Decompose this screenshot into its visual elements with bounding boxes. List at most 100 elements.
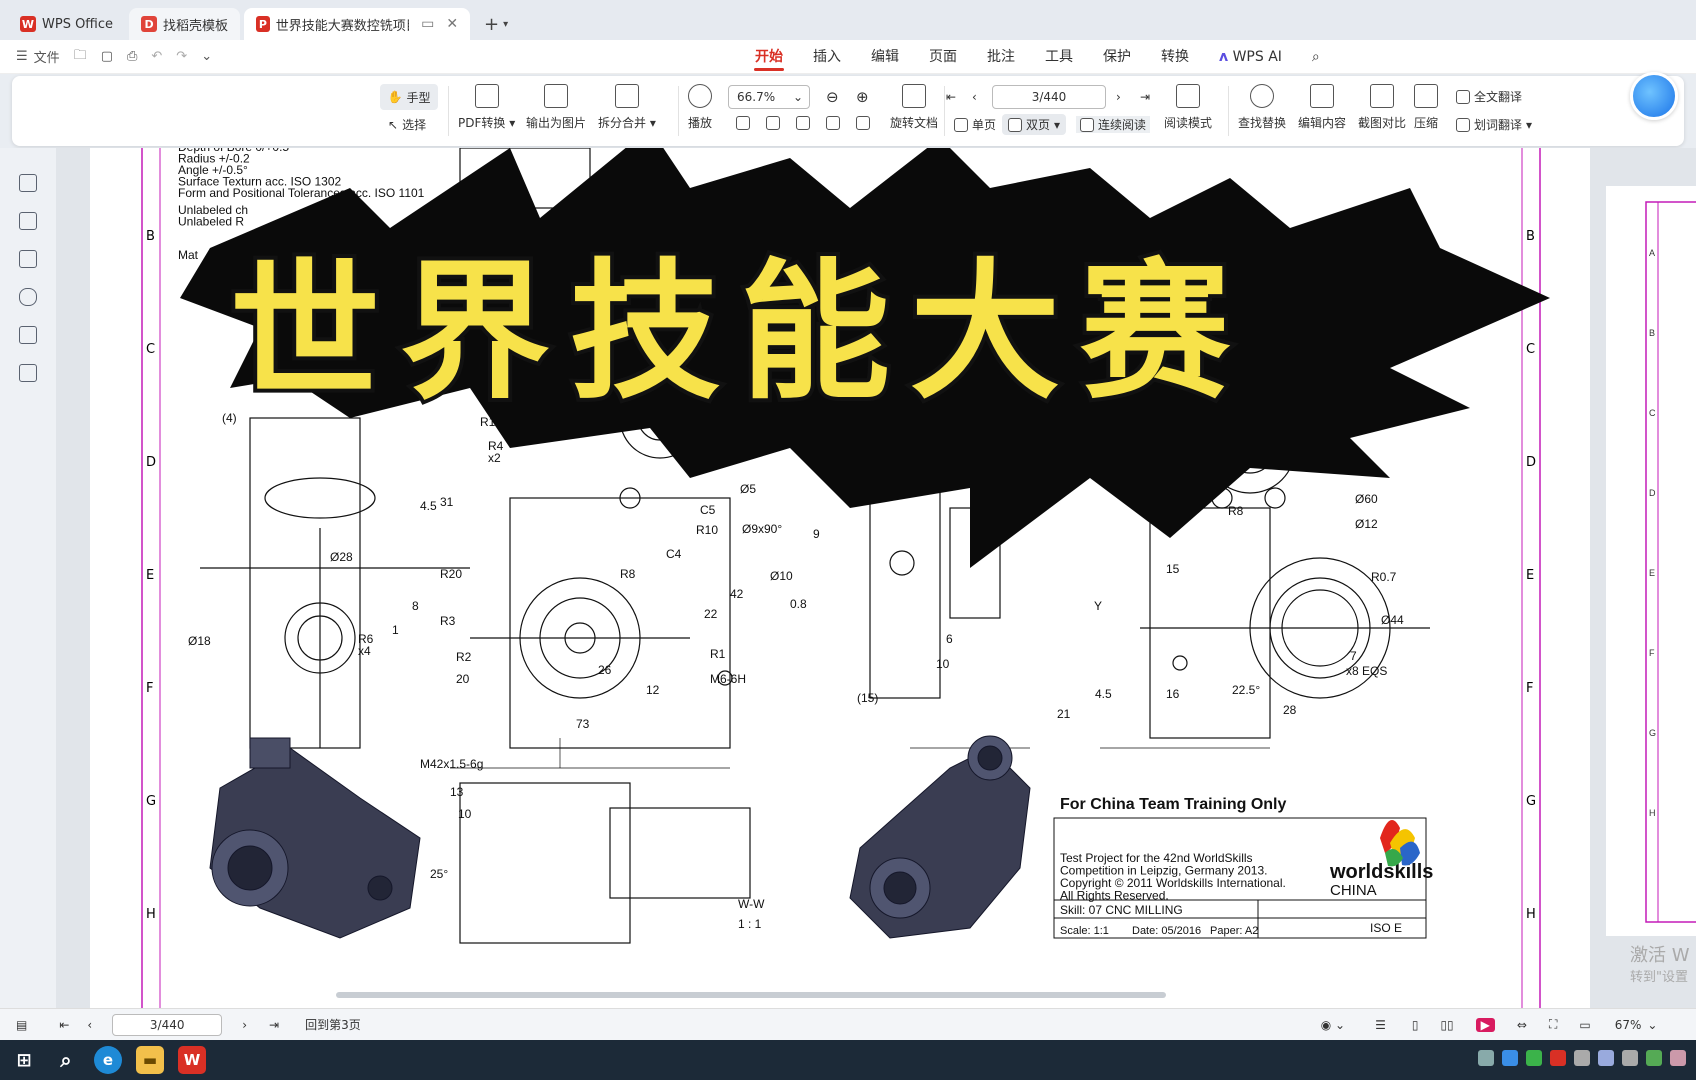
first-page-icon[interactable]: ⇤ <box>59 1018 69 1032</box>
zoom-select[interactable]: 66.7% ⌄ <box>728 85 810 109</box>
menu-comment[interactable]: 批注 <box>972 40 1030 74</box>
continuous-read-button[interactable]: 连续阅读 <box>1076 116 1151 133</box>
tray-icon[interactable] <box>1670 1050 1686 1066</box>
search-icon[interactable]: ⌕ <box>52 1046 80 1074</box>
new-tab-button[interactable]: + ▾ <box>474 8 518 40</box>
screenshot-compare-button[interactable]: 截图对比 <box>1358 84 1406 131</box>
menu-convert[interactable]: 转换 <box>1146 40 1204 74</box>
tab-document[interactable]: P 世界技能大赛数控铣项目赛题 ▭ ✕ <box>244 8 471 40</box>
fit-width-icon[interactable]: ⇔ <box>1517 1018 1527 1032</box>
export-image-button[interactable]: 输出为图片 <box>526 84 586 131</box>
avatar[interactable] <box>1630 72 1678 120</box>
play-button[interactable]: 播放 <box>688 84 712 131</box>
search-icon[interactable]: ⌕ <box>1297 40 1335 74</box>
wechat-icon[interactable] <box>1526 1050 1542 1066</box>
word-translate-button[interactable]: 划词翻译 ▾ <box>1456 116 1532 133</box>
actual-size-icon[interactable] <box>736 116 750 130</box>
menu-tools[interactable]: 工具 <box>1030 40 1088 74</box>
fit-page-icon[interactable]: ⛶ <box>1549 1017 1557 1032</box>
screen-icon[interactable]: ▭ <box>1579 1018 1590 1032</box>
window-icon[interactable]: ▭ <box>421 16 434 32</box>
prev-page-icon[interactable]: ‹ <box>87 1018 92 1032</box>
layers-icon[interactable] <box>19 364 37 382</box>
select-tool-button[interactable]: ↖ 选择 <box>388 116 426 133</box>
read-mode-button[interactable]: 阅读模式 <box>1164 84 1212 131</box>
horizontal-scrollbar[interactable] <box>336 992 1166 998</box>
eye-icon[interactable]: ◉ ⌄ <box>1321 1018 1345 1032</box>
chevron-down-icon[interactable]: ⌄ <box>1647 1018 1657 1032</box>
close-icon[interactable]: ✕ <box>446 16 458 32</box>
page-number-input[interactable]: 3/440 <box>992 85 1106 109</box>
last-page-icon[interactable]: ⇥ <box>1140 90 1150 104</box>
thumbnail-icon[interactable] <box>19 212 37 230</box>
next-page-preview[interactable]: A B C D E F G H <box>1606 186 1696 936</box>
next-page-icon[interactable]: › <box>1116 90 1121 104</box>
zoom-in-icon[interactable]: ⊕ <box>856 88 869 106</box>
tray-icon[interactable] <box>1598 1050 1614 1066</box>
tray-icon[interactable] <box>1574 1050 1590 1066</box>
stamp-title: 世界技能大赛 <box>230 246 1250 420</box>
menu-wps-ai[interactable]: ʌ WPS AI <box>1204 40 1297 74</box>
svg-text:F: F <box>1649 648 1655 658</box>
status-zoom-value[interactable]: 67% <box>1615 1018 1642 1032</box>
single-view-icon[interactable]: ▯ <box>1412 1018 1419 1032</box>
find-replace-button[interactable]: 查找替换 <box>1238 84 1286 131</box>
document-viewport[interactable]: BCDEFGH BCDEFGH Radius +/-0.2 Angle +/-0… <box>56 148 1696 1008</box>
continuous-view-icon[interactable]: ☰ <box>1375 1018 1386 1032</box>
status-page-input[interactable]: 3/440 <box>112 1013 223 1036</box>
tab-wps-office[interactable]: W WPS Office <box>8 8 125 40</box>
pdf-logo-icon: P <box>256 16 270 32</box>
sidebar-toggle-icon[interactable]: ▤ <box>16 1018 27 1032</box>
tray-icon[interactable] <box>1478 1050 1494 1066</box>
split-merge-button[interactable]: 拆分合并 ▾ <box>598 84 656 131</box>
menu-page[interactable]: 页面 <box>914 40 972 74</box>
tray-icon[interactable] <box>1622 1050 1638 1066</box>
signature-icon[interactable] <box>19 326 37 344</box>
open-icon[interactable]: 🗀 <box>74 46 87 68</box>
translate-icon <box>1456 89 1470 104</box>
fit-width-icon[interactable] <box>796 116 810 130</box>
prev-page-icon[interactable]: ‹ <box>972 90 977 104</box>
menu-protect[interactable]: 保护 <box>1088 40 1146 74</box>
zoom-out-icon[interactable]: ⊖ <box>826 88 839 106</box>
comment-icon[interactable] <box>19 250 37 268</box>
bookmark-icon[interactable] <box>19 174 37 192</box>
tray-icon[interactable] <box>1646 1050 1662 1066</box>
menu-home[interactable]: 开始 <box>740 40 798 74</box>
menu-insert[interactable]: 插入 <box>798 40 856 74</box>
wps-taskbar-icon[interactable]: W <box>178 1046 206 1074</box>
edge-browser-icon[interactable]: e <box>94 1046 122 1074</box>
pdf-convert-button[interactable]: PDF转换 ▾ <box>458 84 515 131</box>
rotate-document-button[interactable]: 旋转文档 <box>890 84 938 131</box>
print-icon[interactable]: ⎙ <box>127 49 137 64</box>
tray-icon[interactable] <box>1550 1050 1566 1066</box>
tab-template[interactable]: D 找稻壳模板 <box>129 8 241 40</box>
menu-edit[interactable]: 编辑 <box>856 40 914 74</box>
full-translate-button[interactable]: 全文翻译 <box>1456 88 1522 105</box>
rotate-right-icon[interactable] <box>856 116 870 130</box>
next-page-icon[interactable]: › <box>242 1018 247 1032</box>
save-icon[interactable]: ▢ <box>101 49 113 64</box>
compress-button[interactable]: 压缩 <box>1414 84 1438 131</box>
undo-icon[interactable]: ↶ <box>151 49 162 64</box>
last-page-icon[interactable]: ⇥ <box>269 1018 279 1032</box>
chevron-down-icon[interactable]: ⌄ <box>201 49 212 64</box>
file-menu[interactable]: 文件 <box>34 47 60 66</box>
hamburger-icon[interactable]: ☰ <box>16 49 28 64</box>
play-icon[interactable]: ▶ <box>1475 1017 1495 1032</box>
windows-start-icon[interactable]: ⊞ <box>10 1046 38 1074</box>
back-to-page-link[interactable]: 回到第3页 <box>305 1016 361 1033</box>
rotate-left-icon[interactable] <box>826 116 840 130</box>
hand-icon: ✋ <box>387 90 403 104</box>
edit-content-button[interactable]: 编辑内容 <box>1298 84 1346 131</box>
first-page-icon[interactable]: ⇤ <box>946 90 956 104</box>
file-explorer-icon[interactable]: ▬ <box>136 1046 164 1074</box>
double-page-button[interactable]: 双页 ▾ <box>1002 114 1067 135</box>
single-page-button[interactable]: 单页 <box>954 116 996 133</box>
attachment-icon[interactable] <box>19 288 37 306</box>
redo-icon[interactable]: ↷ <box>176 49 187 64</box>
fit-page-icon[interactable] <box>766 116 780 130</box>
tray-icon[interactable] <box>1502 1050 1518 1066</box>
hand-tool-button[interactable]: ✋ 手型 <box>380 84 438 110</box>
double-view-icon[interactable]: ▯▯ <box>1440 1018 1453 1032</box>
